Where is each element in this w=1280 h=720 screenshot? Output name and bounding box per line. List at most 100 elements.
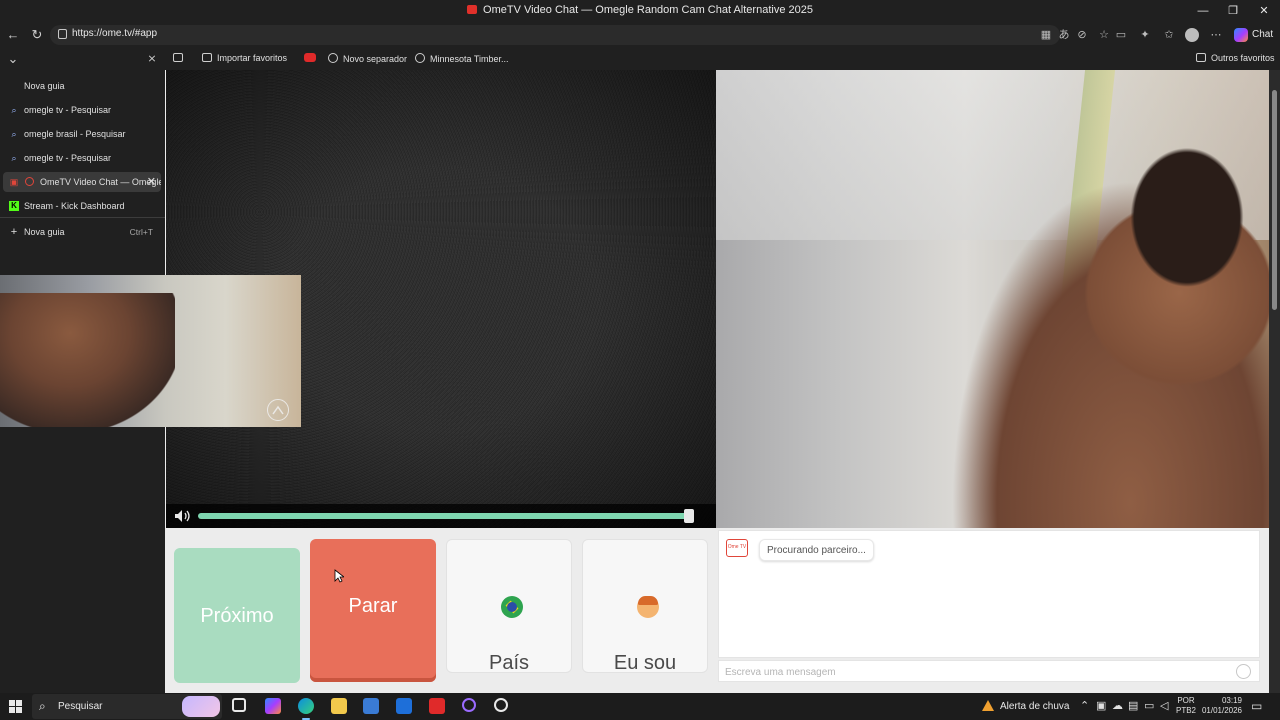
window-title: OmeTV Video Chat — Omegle Random Cam Cha… (0, 4, 1280, 16)
favorite-import[interactable]: Importar favoritos (202, 53, 287, 63)
tracking-icon[interactable]: ⊘ (1075, 28, 1089, 42)
next-button-label: Próximo (200, 605, 274, 627)
back-button[interactable]: ← (4, 26, 22, 44)
youtube-app-icon[interactable] (429, 698, 445, 714)
other-favorites-label: Outros favoritos (1211, 53, 1275, 63)
more-options-icon[interactable]: ⋯ (1209, 28, 1223, 42)
task-view-icon[interactable] (232, 698, 246, 712)
volume-slider[interactable] (198, 513, 694, 519)
onedrive-icon[interactable]: ☁ (1112, 699, 1123, 712)
lang-top: POR (1177, 696, 1195, 705)
ometv-logo-icon: Ome TV (726, 539, 748, 557)
profile-avatar-icon[interactable] (1185, 28, 1199, 42)
favorite-minnesota-label: Minnesota Timber... (430, 54, 509, 64)
window-title-bar: OmeTV Video Chat — Omegle Random Cam Cha… (0, 0, 1280, 22)
search-icon: ⌕ (39, 699, 46, 713)
volume-slider-thumb[interactable] (684, 509, 694, 523)
tray-app-icon[interactable]: ▣ (1096, 699, 1106, 712)
ometv-favicon-icon (467, 5, 478, 14)
youtube-favorite[interactable] (304, 53, 316, 64)
clock-time: 03:19 (1221, 696, 1242, 705)
close-window-button[interactable]: ✕ (1249, 2, 1279, 20)
sidebar-tab-omegle-tv-search-2[interactable]: ⌕ omegle tv - Pesquisar (3, 148, 161, 168)
network-icon[interactable]: ▭ (1144, 699, 1154, 712)
clock-date: 01/01/2026 (1201, 706, 1242, 715)
gender-button[interactable]: Eu sou (582, 539, 708, 674)
folder-icon (1196, 53, 1206, 62)
sidebar-tab-kick-dashboard[interactable]: K Stream - Kick Dashboard (3, 196, 161, 216)
sidebar-tab-omegle-brasil-search[interactable]: ⌕ omegle brasil - Pesquisar (3, 124, 161, 144)
taskbar-search-label: Pesquisar (58, 701, 103, 712)
country-button[interactable]: País (446, 539, 572, 674)
ometv-icon (25, 177, 34, 186)
sidebar-divider (0, 217, 165, 218)
next-button[interactable]: Próximo (174, 548, 300, 683)
notifications-icon[interactable]: ▭ (1251, 699, 1262, 713)
copilot-app-icon[interactable] (265, 698, 281, 714)
window-title-text: OmeTV Video Chat — Omegle Random Cam Cha… (483, 4, 813, 16)
youtube-icon (304, 53, 316, 62)
outlook-icon[interactable] (396, 698, 412, 714)
taskbar-search[interactable]: ⌕ Pesquisar (32, 694, 222, 719)
app-available-icon[interactable]: ▦ (1039, 28, 1053, 42)
chat-message-input[interactable] (725, 664, 1225, 680)
chat-input-box[interactable] (718, 660, 1260, 682)
audio-playing-icon: ▣ (9, 177, 19, 187)
favorite-import-label: Importar favoritos (217, 53, 288, 63)
gender-button-content: Eu sou (583, 596, 707, 674)
other-favorites[interactable]: Outros favoritos (1196, 53, 1275, 63)
tray-overflow-chevron-icon[interactable]: ⌃ (1080, 699, 1089, 712)
favorite-new-separator-label: Novo separador (343, 54, 408, 64)
country-button-label: País (488, 652, 530, 674)
tray-usb-icon[interactable]: ▤ (1128, 699, 1138, 712)
new-tab-label: Nova guia (24, 227, 65, 237)
favorite-star-icon[interactable]: ☆ (1097, 28, 1111, 42)
reading-icon[interactable] (173, 53, 188, 63)
maximize-button[interactable]: ❐ (1218, 2, 1248, 20)
close-tab-icon[interactable]: ✕ (147, 175, 156, 188)
extensions-icon[interactable]: ✦ (1138, 28, 1152, 42)
chrome-app-icon[interactable] (494, 698, 508, 712)
favorite-minnesota[interactable]: Minnesota Timber... (415, 53, 509, 64)
file-explorer-icon[interactable] (331, 698, 347, 714)
copilot-chat-button[interactable]: Chat (1232, 26, 1278, 44)
volume-bar (166, 504, 716, 528)
boy-emoji-icon (637, 596, 659, 618)
close-sidebar-icon[interactable]: ⨯ (143, 50, 161, 68)
windows-start-icon[interactable] (9, 700, 22, 713)
obs-icon[interactable] (462, 698, 476, 712)
volume-icon[interactable] (174, 509, 192, 523)
tab-label: omegle brasil - Pesquisar (24, 129, 126, 139)
media-icon[interactable]: ▭ (1114, 28, 1128, 42)
stop-button[interactable]: Parar (310, 539, 436, 682)
page-scrollbar[interactable] (1269, 70, 1280, 693)
pip-return-icon[interactable] (267, 399, 289, 421)
address-bar[interactable]: https://ome.tv/#app (50, 25, 1060, 45)
country-button-content: País (447, 596, 571, 674)
scrollbar-thumb[interactable] (1272, 90, 1277, 310)
input-language[interactable]: POR PTB2 (1176, 696, 1196, 716)
emoji-icon[interactable] (1236, 664, 1251, 679)
weather-widget[interactable]: Alerta de chuva (982, 700, 1070, 712)
edge-browser-icon[interactable] (298, 698, 314, 720)
translate-icon[interactable]: あ (1057, 28, 1071, 42)
refresh-button[interactable]: ↻ (28, 26, 46, 44)
sidebar-tab-nova-guia[interactable]: Nova guia (3, 76, 161, 96)
collapse-tabs-chevron-icon[interactable]: ⌄ (4, 50, 22, 68)
lock-icon (58, 29, 67, 39)
weather-label: Alerta de chuva (1000, 701, 1070, 712)
sidebar-tab-omegle-tv-search[interactable]: ⌕ omegle tv - Pesquisar (3, 100, 161, 120)
picture-in-picture-window[interactable] (0, 275, 301, 427)
speaker-icon[interactable]: ◁ (1160, 699, 1168, 712)
sidebar-new-tab-button[interactable]: + Nova guia Ctrl+T (3, 222, 161, 242)
microsoft-store-icon[interactable] (363, 698, 379, 714)
import-icon (202, 53, 212, 62)
favorite-new-separator[interactable]: Novo separador (328, 53, 407, 64)
favorites-bar: ⌄ ⨯ Importar favoritos Novo separador Mi… (0, 48, 1280, 70)
minimize-button[interactable]: — (1188, 2, 1218, 20)
favorites-icon[interactable]: ✩ (1162, 28, 1176, 42)
sidebar-tab-ometv-active[interactable]: ▣ OmeTV Video Chat — Omegle ✕ (3, 172, 161, 192)
url-text[interactable]: https://ome.tv/#app (72, 28, 157, 39)
taskbar-clock[interactable]: 03:19 01/01/2026 (1200, 696, 1242, 716)
chat-panel: Ome TV Procurando parceiro... (718, 530, 1260, 658)
